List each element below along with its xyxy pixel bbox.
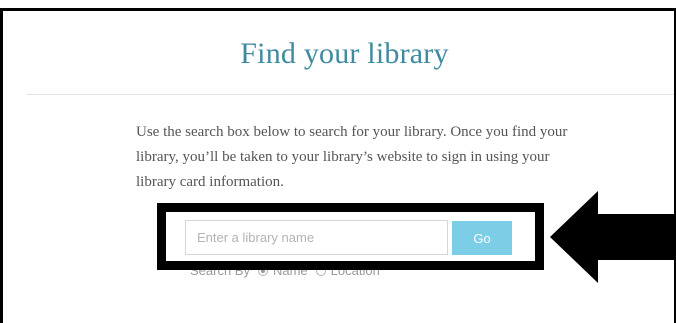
go-button[interactable]: Go	[452, 221, 512, 255]
left-arrow-icon	[550, 191, 676, 283]
divider	[27, 94, 674, 95]
instructions-text: Use the search box below to search for y…	[136, 124, 568, 190]
page-title: Find your library	[240, 37, 449, 70]
library-search-input[interactable]	[185, 220, 448, 255]
